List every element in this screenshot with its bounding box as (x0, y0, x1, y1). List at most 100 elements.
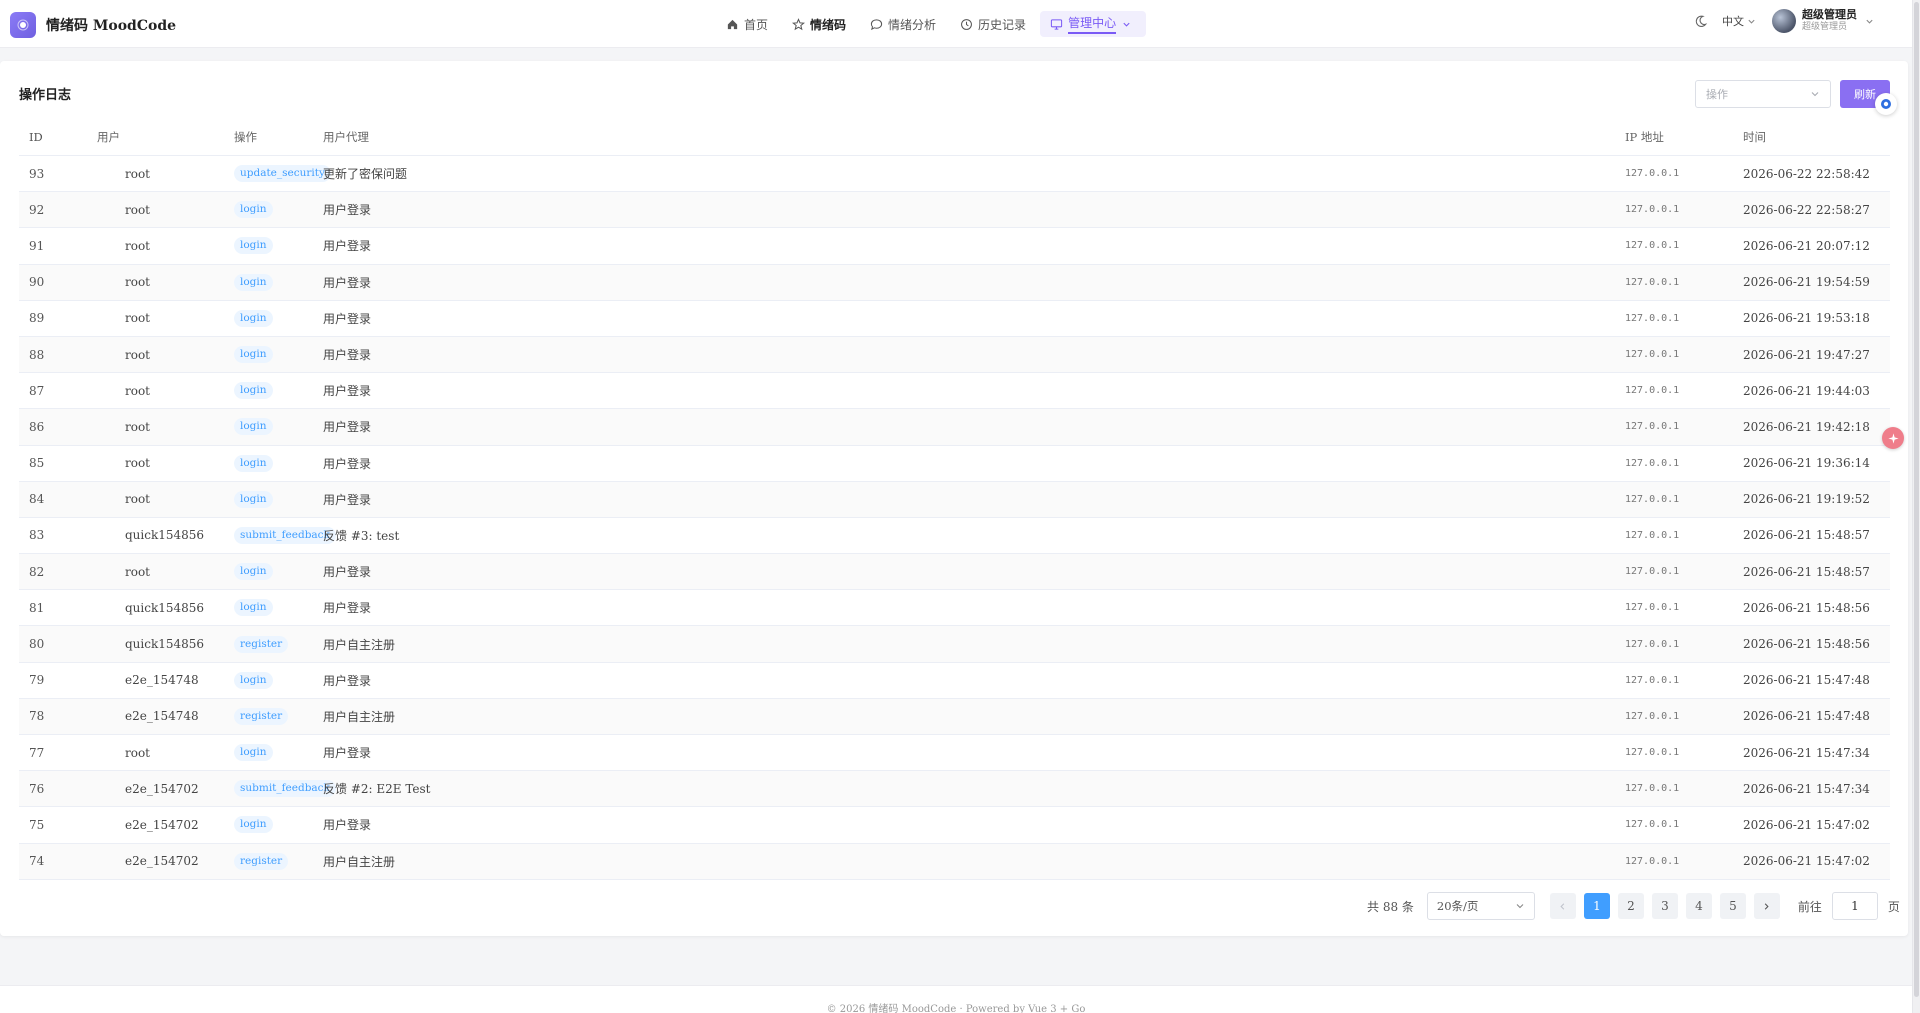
cell-id: 82 (29, 564, 45, 579)
cell-time: 2026-06-21 19:19:52 (1743, 492, 1870, 507)
col-header-user[interactable]: 用户 (86, 129, 222, 145)
main-nav: 首页 情绪码 情绪分析 历史记录 管理中心 (716, 11, 1150, 37)
cell-id: 74 (29, 854, 45, 869)
table-row: 93 root update_security 更新了密保问题 127.0.0.1 202… (19, 156, 1890, 193)
cell-agent: 用户登录 (323, 818, 372, 833)
table-row: 85 root login 用户登录 127.0.0.1 2026-06-21 19:36… (19, 446, 1890, 482)
page-size-select[interactable]: 20条/页 (1426, 892, 1535, 920)
cell-time: 2026-06-21 15:47:48 (1743, 673, 1870, 688)
cell-action: login (222, 309, 323, 327)
cell-id: 86 (29, 419, 45, 434)
page-button-4[interactable]: 4 (1685, 893, 1712, 919)
cell-ip: 127.0.0.1 (1625, 638, 1680, 650)
cell-action: register (222, 635, 323, 653)
action-tag: login (234, 599, 273, 617)
cell-ip: 127.0.0.1 (1625, 602, 1680, 614)
cell-user: e2e_154748 (125, 673, 199, 688)
page-button-2[interactable]: 2 (1617, 893, 1644, 919)
cell-time: 2026-06-21 15:47:02 (1743, 817, 1870, 832)
cell-user: e2e_154748 (125, 709, 199, 724)
action-tag: register (234, 635, 289, 653)
cell-ip: 127.0.0.1 (1625, 457, 1680, 469)
page-title: 操作日志 (19, 88, 72, 103)
cell-ip: 127.0.0.1 (1625, 276, 1680, 288)
action-tag: login (234, 816, 273, 834)
action-tag: login (234, 237, 273, 255)
goto-page-input[interactable] (1831, 892, 1878, 920)
chevron-left-icon (1560, 902, 1565, 910)
col-header-action[interactable]: 操作 (222, 129, 323, 145)
prev-page-button[interactable] (1549, 893, 1576, 919)
chat-assistant-button[interactable] (1875, 93, 1897, 115)
cell-id: 91 (29, 238, 45, 253)
action-tag: register (234, 852, 289, 870)
cell-agent: 用户登录 (323, 492, 372, 507)
brand-logo-icon (10, 12, 36, 38)
next-page-button[interactable] (1753, 893, 1780, 919)
action-tag: submit_feedback (234, 526, 336, 544)
brand[interactable]: 情绪码 MoodCode (10, 12, 176, 38)
action-tag: login (234, 563, 273, 581)
cell-agent: 用户登录 (323, 420, 372, 435)
nav-item-moodcode[interactable]: 情绪码 (782, 11, 856, 37)
table-row: 91 root login 用户登录 127.0.0.1 2026-06-21 20:07… (19, 228, 1890, 265)
col-header-ip[interactable]: IP 地址 (1625, 129, 1743, 145)
cell-id: 89 (29, 311, 45, 326)
cell-time: 2026-06-21 15:47:34 (1743, 745, 1870, 760)
page-button-3[interactable]: 3 (1651, 893, 1678, 919)
chat-icon (870, 18, 883, 30)
cell-time: 2026-06-21 19:44:03 (1743, 383, 1870, 398)
page-scrollbar[interactable] (1912, 0, 1920, 1013)
cell-time: 2026-06-22 22:58:42 (1743, 166, 1870, 181)
cell-user: root (125, 202, 151, 217)
action-filter-select[interactable]: 操作 (1695, 80, 1831, 108)
table-row: 87 root login 用户登录 127.0.0.1 2026-06-21 19:44… (19, 373, 1890, 410)
cell-action: login (222, 273, 323, 291)
cell-id: 83 (29, 528, 45, 543)
cell-time: 2026-06-22 22:58:27 (1743, 202, 1870, 217)
cell-id: 87 (29, 383, 45, 398)
table-row: 83 quick154856 submit_feedback 反馈 #3: test 1… (19, 518, 1890, 555)
table-row: 81 quick154856 login 用户登录 127.0.0.1 2026-06-2… (19, 590, 1890, 627)
table-row: 75 e2e_154702 login 用户登录 127.0.0.1 2026-06-21… (19, 807, 1890, 844)
avatar[interactable] (1772, 9, 1796, 33)
page-button-1[interactable]: 1 (1583, 893, 1610, 919)
floating-helper-button[interactable] (1882, 427, 1904, 449)
table-row: 90 root login 用户登录 127.0.0.1 2026-06-21 19:54… (19, 264, 1890, 301)
col-header-agent[interactable]: 用户代理 (323, 129, 1625, 145)
cell-id: 93 (29, 166, 45, 181)
language-switcher[interactable]: 中文 (1722, 13, 1756, 29)
moon-icon[interactable] (1693, 14, 1708, 29)
cell-action: submit_feedback (222, 526, 336, 544)
cell-user: quick154856 (125, 637, 205, 652)
cell-time: 2026-06-21 15:47:02 (1743, 854, 1870, 869)
total-count: 共 88 条 (1367, 899, 1414, 914)
cell-agent: 用户登录 (323, 565, 372, 580)
table-row: 82 root login 用户登录 127.0.0.1 2026-06-21 15:48… (19, 554, 1890, 591)
cell-action: login (222, 237, 323, 255)
table-row: 84 root login 用户登录 127.0.0.1 2026-06-21 19:19… (19, 481, 1890, 518)
cell-id: 84 (29, 492, 45, 507)
col-header-time[interactable]: 时间 (1743, 129, 1890, 145)
cell-id: 75 (29, 817, 45, 832)
nav-item-home[interactable]: 首页 (716, 11, 778, 37)
nav-label: 历史记录 (978, 17, 1027, 32)
nav-item-history[interactable]: 历史记录 (950, 11, 1036, 37)
page-button-5[interactable]: 5 (1719, 893, 1746, 919)
scrollbar-thumb[interactable] (1914, 2, 1919, 997)
user-menu[interactable]: 超级管理员 超级管理员 (1802, 9, 1857, 33)
language-label: 中文 (1722, 15, 1744, 28)
cell-user: root (125, 745, 151, 760)
col-header-id[interactable]: ID (19, 130, 86, 144)
chevron-down-icon[interactable] (1865, 17, 1874, 26)
nav-item-analysis[interactable]: 情绪分析 (860, 11, 946, 37)
clock-icon (961, 18, 972, 30)
table-header: ID 用户 操作 用户代理 IP 地址 时间 (19, 119, 1890, 156)
cell-time: 2026-06-21 19:42:18 (1743, 419, 1870, 434)
action-tag: login (234, 346, 273, 364)
monitor-icon (1050, 18, 1063, 30)
nav-item-admin[interactable]: 管理中心 (1040, 11, 1147, 37)
cell-agent: 用户登录 (323, 673, 372, 688)
cell-ip: 127.0.0.1 (1625, 566, 1680, 578)
cell-agent: 用户登录 (323, 601, 372, 616)
